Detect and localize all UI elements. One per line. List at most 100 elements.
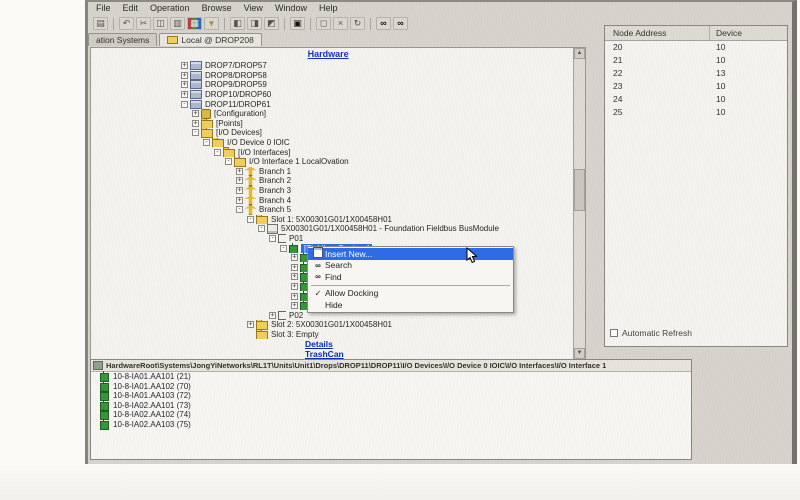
- export-icon[interactable]: ◩: [264, 17, 279, 30]
- expander-icon[interactable]: +: [236, 168, 243, 175]
- tree-item[interactable]: Slot 3: Empty: [91, 330, 572, 340]
- expander-icon[interactable]: -: [269, 235, 276, 242]
- tree-item[interactable]: + DROP10/DROP60: [91, 90, 572, 100]
- expander-icon[interactable]: +: [291, 254, 298, 261]
- menu-item-insert-new[interactable]: Insert New...: [308, 248, 513, 260]
- tree-item[interactable]: - [I/O Interfaces]: [91, 147, 572, 157]
- table-row[interactable]: 21 10: [605, 54, 787, 67]
- expander-icon[interactable]: +: [291, 302, 298, 309]
- expander-icon[interactable]: +: [236, 197, 243, 204]
- details-link[interactable]: Details: [305, 339, 333, 349]
- tree-item[interactable]: + DROP7/DROP57: [91, 61, 572, 71]
- tree-item[interactable]: + [Points]: [91, 119, 572, 129]
- tree-item[interactable]: - [I/O Devices]: [91, 128, 572, 138]
- tab-ation-systems[interactable]: ation Systems: [88, 33, 157, 46]
- device-list-item[interactable]: 10-8-IA01.AA103 (72): [91, 391, 691, 401]
- menu-item-allow-docking[interactable]: ✓ Allow Docking: [308, 288, 513, 300]
- table-row[interactable]: 25 10: [605, 106, 787, 119]
- expander-icon[interactable]: -: [258, 225, 265, 232]
- tree-item[interactable]: + Branch 3: [91, 186, 572, 196]
- expander-icon[interactable]: +: [269, 312, 276, 319]
- tree-item[interactable]: + Branch 1: [91, 167, 572, 177]
- undo-icon[interactable]: ↶: [119, 17, 134, 30]
- scroll-thumb[interactable]: [574, 169, 585, 211]
- table-row[interactable]: 22 13: [605, 67, 787, 80]
- expander-icon[interactable]: +: [181, 81, 188, 88]
- tree-item[interactable]: + Branch 4: [91, 195, 572, 205]
- expander-icon[interactable]: -: [192, 129, 199, 136]
- expander-icon[interactable]: -: [225, 158, 232, 165]
- expander-icon[interactable]: -: [280, 245, 287, 252]
- expander-icon[interactable]: -: [214, 149, 221, 156]
- device-list-item[interactable]: 10-8-IA02.AA103 (75): [91, 420, 691, 430]
- expander-icon[interactable]: -: [247, 216, 254, 223]
- delete-icon[interactable]: ×: [333, 17, 348, 30]
- expander-icon[interactable]: +: [291, 264, 298, 271]
- menu-help[interactable]: Help: [319, 3, 338, 15]
- tree-item[interactable]: - I/O Interface 1 LocalOvation: [91, 157, 572, 167]
- expander-icon[interactable]: +: [291, 293, 298, 300]
- tree-item[interactable]: + Slot 2: 5X00301G01/1X00458H01: [91, 320, 572, 330]
- tree-item[interactable]: + [Configuration]: [91, 109, 572, 119]
- scroll-down-icon[interactable]: ▼: [574, 348, 585, 359]
- tree-item[interactable]: - P01: [91, 234, 572, 244]
- device-list-item[interactable]: 10-8-IA02.AA102 (74): [91, 410, 691, 420]
- paste-icon[interactable]: ▥: [170, 17, 185, 30]
- import-icon[interactable]: ◨: [247, 17, 262, 30]
- device-list-item[interactable]: 10-8-IA01.AA102 (70): [91, 382, 691, 392]
- tree-item[interactable]: - Slot 1: 5X00301G01/1X00458H01: [91, 215, 572, 225]
- auto-refresh-checkbox[interactable]: Automatic Refresh: [610, 328, 692, 338]
- tree-scrollbar[interactable]: ▲ ▼: [573, 48, 585, 359]
- expander-icon[interactable]: +: [181, 72, 188, 79]
- table-row[interactable]: 20 10: [605, 41, 787, 54]
- device-list-item[interactable]: 10-8-IA02.AA101 (73): [91, 401, 691, 411]
- table-row[interactable]: 23 10: [605, 80, 787, 93]
- expander-icon[interactable]: -: [236, 206, 243, 213]
- menu-edit[interactable]: Edit: [123, 3, 139, 15]
- open-icon[interactable]: ◧: [230, 17, 245, 30]
- expander-icon[interactable]: +: [192, 120, 199, 127]
- expander-icon[interactable]: +: [181, 62, 188, 69]
- expander-icon[interactable]: +: [247, 321, 254, 328]
- expander-icon[interactable]: +: [236, 177, 243, 184]
- menu-operation[interactable]: Operation: [150, 3, 190, 15]
- menu-window[interactable]: Window: [275, 3, 307, 15]
- refresh-icon[interactable]: ↻: [350, 17, 365, 30]
- color-palette-icon[interactable]: ▦: [187, 17, 202, 30]
- expander-icon[interactable]: +: [291, 273, 298, 280]
- device-list-item[interactable]: 10-8-IA01.AA101 (21): [91, 372, 691, 382]
- menu-file[interactable]: File: [96, 3, 111, 15]
- cut-icon[interactable]: ✂: [136, 17, 151, 30]
- column-device[interactable]: Device: [710, 26, 787, 40]
- search-binoculars-icon[interactable]: ∞: [393, 17, 408, 30]
- camera-icon[interactable]: ▣: [290, 17, 305, 30]
- scroll-track[interactable]: [574, 59, 585, 348]
- menu-browse[interactable]: Browse: [202, 3, 232, 15]
- column-node-address[interactable]: Node Address: [605, 26, 710, 40]
- find-binoculars-icon[interactable]: ∞: [376, 17, 391, 30]
- tree-item[interactable]: - DROP11/DROP61: [91, 99, 572, 109]
- tree-item[interactable]: + Branch 2: [91, 176, 572, 186]
- filter-funnel-icon[interactable]: ▼: [204, 17, 219, 30]
- trashcan-link[interactable]: TrashCan: [305, 349, 344, 359]
- expander-icon[interactable]: -: [203, 139, 210, 146]
- tree-item[interactable]: + DROP9/DROP59: [91, 80, 572, 90]
- menu-item-search[interactable]: ∞ Search: [308, 260, 513, 272]
- tab-local-drop208[interactable]: Local @ DROP208: [159, 33, 261, 46]
- tree-item[interactable]: + DROP8/DROP58: [91, 71, 572, 81]
- expander-icon[interactable]: +: [291, 283, 298, 290]
- expander-icon[interactable]: +: [181, 91, 188, 98]
- tree-item[interactable]: - Branch 5: [91, 205, 572, 215]
- table-row[interactable]: 24 10: [605, 93, 787, 106]
- expander-icon[interactable]: +: [236, 187, 243, 194]
- menu-item-find[interactable]: ∞ Find: [308, 271, 513, 283]
- tree-item[interactable]: - I/O Device 0 IOIC: [91, 138, 572, 148]
- expander-icon[interactable]: -: [181, 101, 188, 108]
- copy-icon[interactable]: ◫: [153, 17, 168, 30]
- tree-item[interactable]: - 5X00301G01/1X00458H01 - Foundation Fie…: [91, 224, 572, 234]
- checkbox-icon[interactable]: [610, 329, 618, 337]
- menu-view[interactable]: View: [244, 3, 263, 15]
- print-icon[interactable]: ▤: [93, 17, 108, 30]
- menu-item-hide[interactable]: Hide: [308, 299, 513, 311]
- select-icon[interactable]: ◻: [316, 17, 331, 30]
